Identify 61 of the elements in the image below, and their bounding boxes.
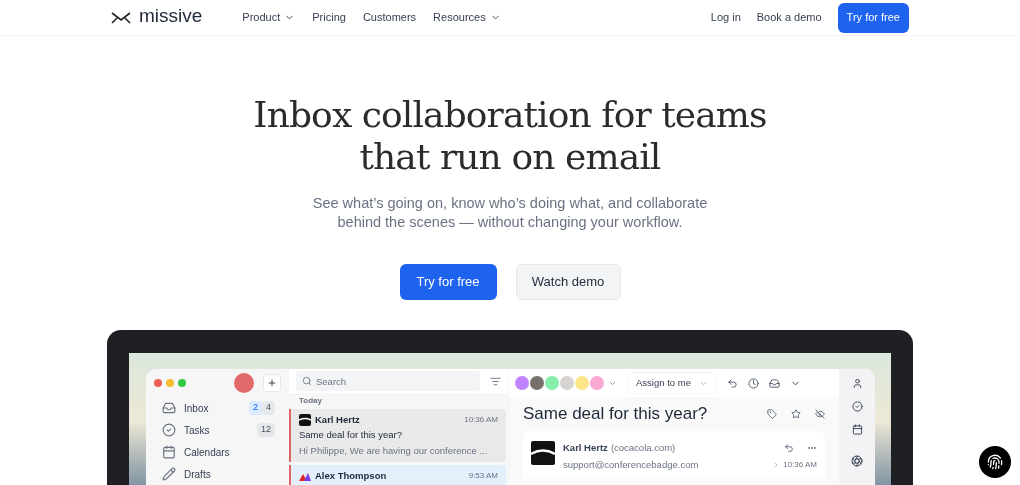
email-time: 10:36 AM xyxy=(783,459,817,472)
calendar-icon[interactable] xyxy=(851,424,863,435)
message-time: 9:53 AM xyxy=(468,469,498,482)
message-subject: Same deal for this year? xyxy=(299,428,403,443)
star-icon[interactable] xyxy=(791,409,801,419)
compose-button[interactable] xyxy=(263,374,281,392)
assign-button[interactable]: Assign to me xyxy=(627,372,717,394)
book-demo-link[interactable]: Book a demo xyxy=(756,9,822,26)
inbox-icon xyxy=(162,401,176,415)
logo-icon xyxy=(111,11,131,24)
message-row[interactable]: Alex Thompson 9:53 AM xyxy=(289,464,506,485)
hero-title: Inbox collaboration for teams that run on email xyxy=(253,94,767,178)
count-badge: 12 xyxy=(257,423,275,437)
calendar-icon xyxy=(162,445,176,459)
user-icon[interactable] xyxy=(851,378,863,389)
nav-link[interactable]: Customers xyxy=(362,9,417,26)
check-circle-icon[interactable] xyxy=(851,401,863,412)
email-sender: Karl Hertz xyxy=(563,441,608,455)
check-circle-icon xyxy=(162,423,176,437)
hero-subtitle: See what’s going on, know who’s doing what, and collaborate behind the scenes — without changing your workflow. xyxy=(312,194,708,232)
nav-link[interactable]: Pricing xyxy=(312,9,346,26)
eye-off-icon[interactable] xyxy=(815,409,825,419)
reply-icon[interactable] xyxy=(726,377,738,389)
search-icon xyxy=(302,376,312,386)
message-row[interactable]: Karl Hertz 10:36 AM Same deal for this year? Hi Philippe, We are having our conference ... xyxy=(289,409,506,462)
tag-icon[interactable] xyxy=(767,409,777,419)
nav-link[interactable]: Product xyxy=(242,9,296,26)
nav-link[interactable]: Resources xyxy=(433,9,501,26)
inbox-icon[interactable] xyxy=(768,377,780,389)
try-free-button[interactable]: Try for free xyxy=(837,2,909,33)
participant-avatar[interactable] xyxy=(530,376,544,390)
aperture-icon[interactable] xyxy=(851,455,863,467)
sidebar-item[interactable]: Inbox 2 4 xyxy=(146,397,289,419)
email-address: support@conferencebadge.com xyxy=(563,458,699,473)
sender-name: Alex Thompson xyxy=(315,468,387,483)
fingerprint-button[interactable] xyxy=(979,446,1011,478)
pencil-icon xyxy=(162,467,176,481)
conversation-subject: Same deal for this year? xyxy=(523,403,708,426)
login-link[interactable]: Log in xyxy=(710,9,741,26)
participant-avatar[interactable] xyxy=(515,376,529,390)
clock-icon[interactable] xyxy=(747,377,759,389)
search-field[interactable]: Search xyxy=(296,371,480,391)
fingerprint-icon xyxy=(987,454,1003,470)
email-domain: (cocacola.com) xyxy=(610,441,676,455)
sender-name: Karl Hertz xyxy=(315,413,360,427)
user-avatar[interactable] xyxy=(234,373,254,393)
logo-wordmark: missive xyxy=(139,6,203,25)
sidebar-item[interactable]: Drafts xyxy=(146,463,289,485)
company-logo-icon xyxy=(531,441,555,465)
try-free-hero-button[interactable]: Try for free xyxy=(399,264,497,300)
watch-demo-button[interactable]: Watch demo xyxy=(515,264,621,300)
plus-icon xyxy=(267,378,277,388)
reply-icon[interactable] xyxy=(784,443,794,454)
message-preview: Hi Philippe, We are having our conference ... xyxy=(299,443,489,458)
message-time: 10:36 AM xyxy=(464,414,498,427)
filter-icon[interactable] xyxy=(490,375,501,387)
sidebar-item[interactable]: Tasks 12 xyxy=(146,419,289,441)
company-logo-icon xyxy=(299,414,311,427)
sidebar-item[interactable]: Calendars xyxy=(146,441,289,463)
count-badge: 2 xyxy=(248,401,262,415)
section-label: Today xyxy=(298,395,323,407)
